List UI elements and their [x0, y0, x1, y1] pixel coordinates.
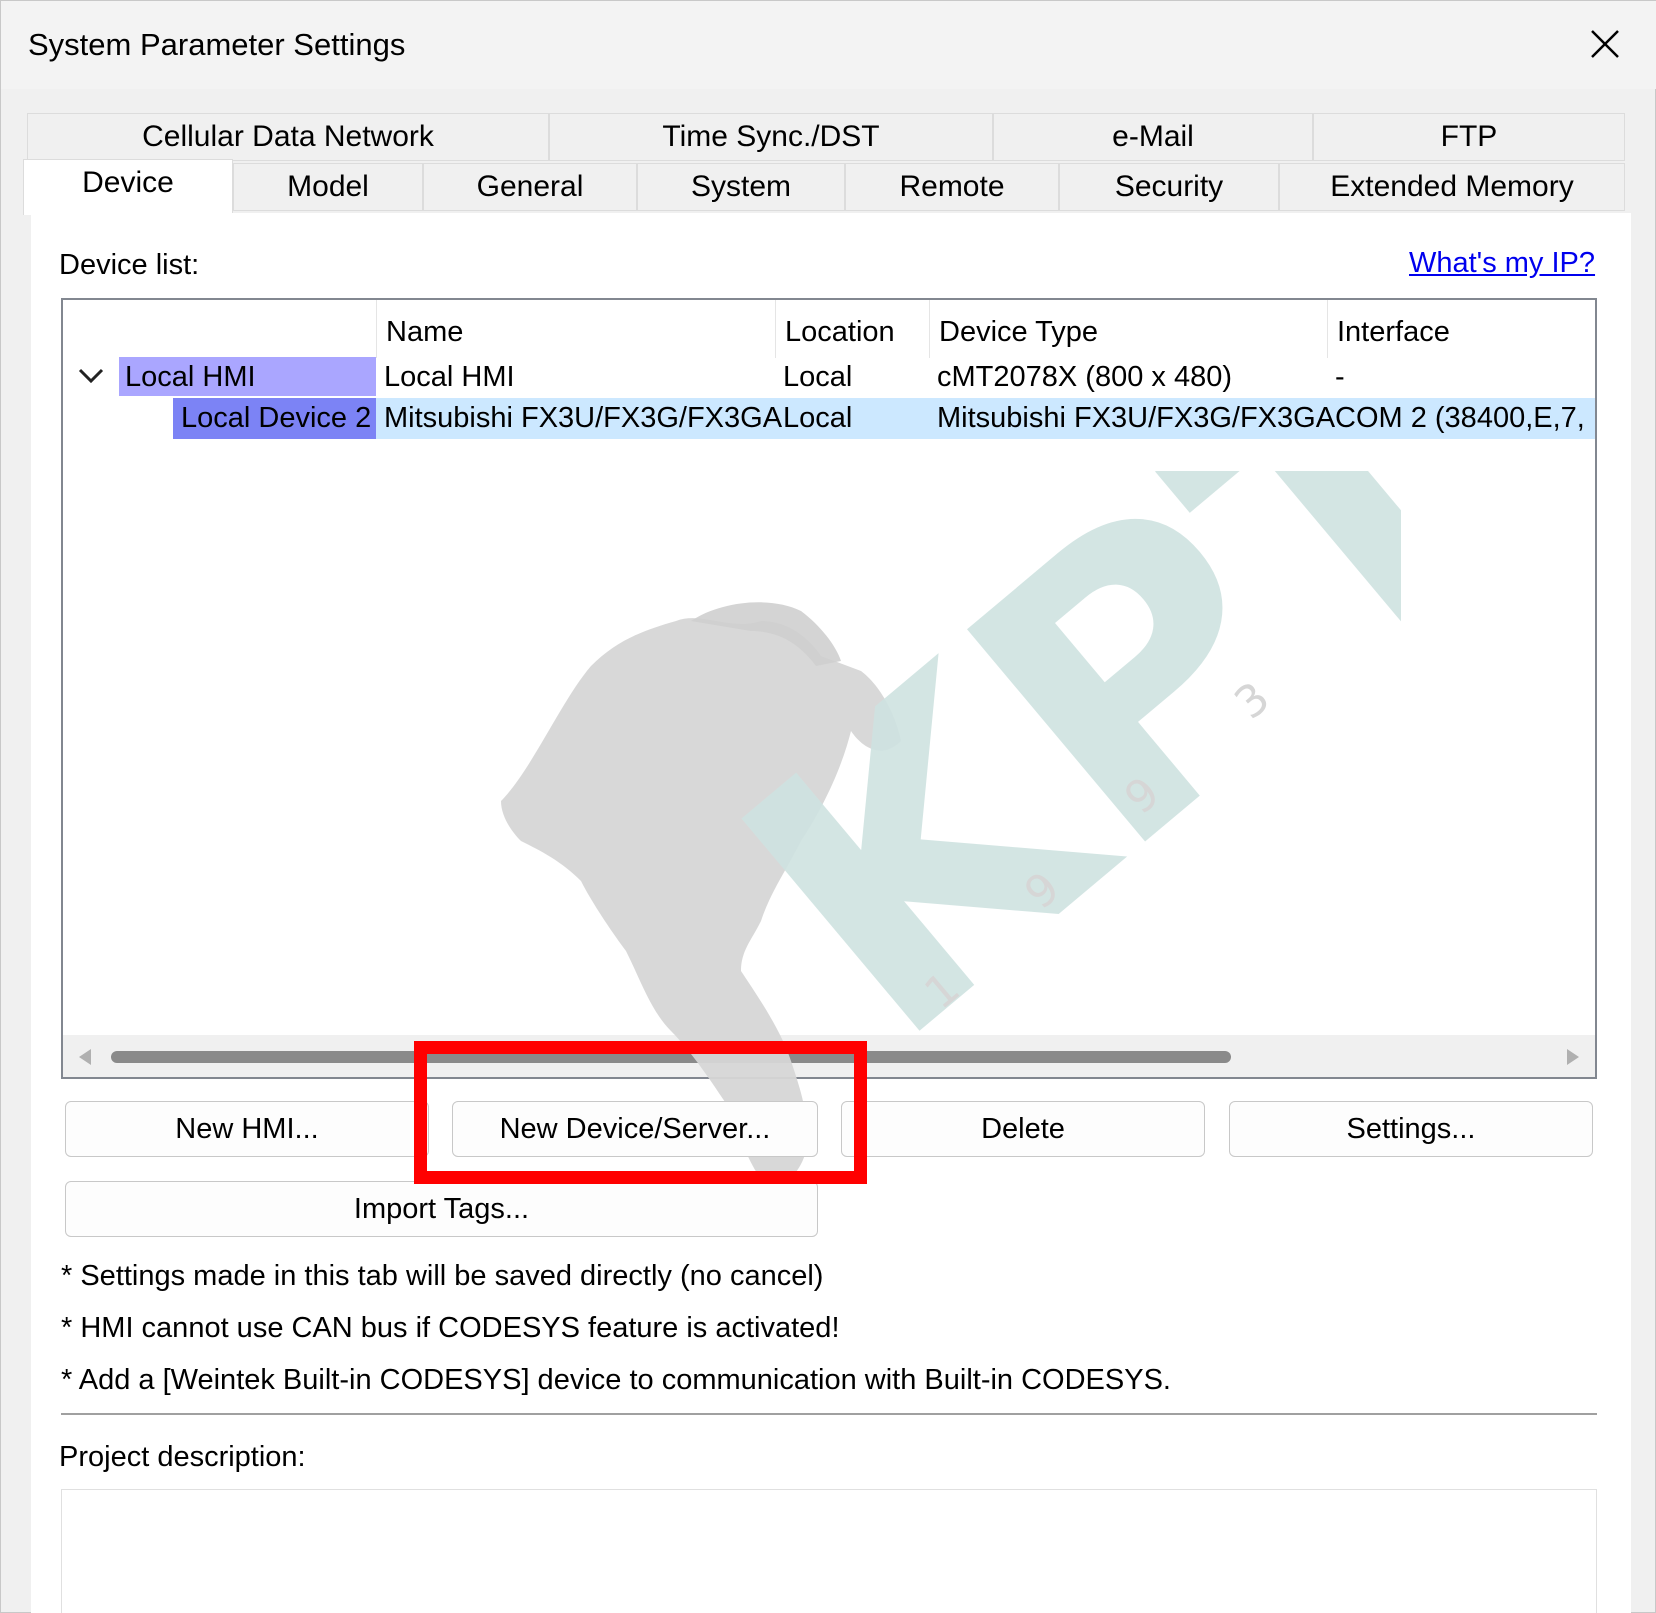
tab-cellular-data-network[interactable]: Cellular Data Network	[27, 113, 549, 161]
scroll-left-arrow-icon[interactable]	[75, 1047, 95, 1067]
tree-node-local-hmi[interactable]: Local HMI	[125, 361, 256, 394]
project-description-label: Project description:	[59, 1441, 306, 1473]
cell-location: Local	[783, 361, 853, 393]
tab-ftp[interactable]: FTP	[1313, 113, 1625, 161]
column-separator	[376, 300, 377, 358]
tab-email[interactable]: e-Mail	[993, 113, 1313, 161]
tab-system[interactable]: System	[637, 163, 845, 211]
whats-my-ip-link[interactable]: What's my IP?	[1409, 247, 1595, 280]
note-no-cancel: * Settings made in this tab will be save…	[61, 1260, 824, 1292]
column-header-device-type[interactable]: Device Type	[939, 316, 1098, 349]
tree-node-local-device-2[interactable]: Local Device 2	[181, 402, 371, 435]
cell-device-type: Mitsubishi FX3U/FX3G/FX3GA	[937, 402, 1336, 434]
cell-name: Mitsubishi FX3U/FX3G/FX3GA	[384, 402, 783, 434]
tab-device[interactable]: Device	[23, 159, 233, 215]
cell-interface: COM 2 (38400,E,7,	[1335, 402, 1585, 434]
column-separator	[1327, 300, 1328, 358]
close-button[interactable]	[1576, 19, 1632, 69]
tab-general[interactable]: General	[423, 163, 637, 211]
note-can-bus: * HMI cannot use CAN bus if CODESYS feat…	[61, 1312, 840, 1344]
dialog-title: System Parameter Settings	[28, 27, 406, 62]
column-header-location[interactable]: Location	[785, 316, 895, 349]
cell-location: Local	[783, 402, 853, 434]
cell-device-type: cMT2078X (800 x 480)	[937, 361, 1232, 393]
system-parameter-settings-dialog: System Parameter Settings Cellular Data …	[0, 0, 1656, 1613]
title-bar: System Parameter Settings	[1, 1, 1656, 89]
scroll-right-arrow-icon[interactable]	[1563, 1047, 1583, 1067]
horizontal-scrollbar[interactable]	[63, 1035, 1595, 1077]
new-device-server-button[interactable]: New Device/Server...	[452, 1101, 818, 1157]
cell-interface: -	[1335, 361, 1345, 393]
settings-button[interactable]: Settings...	[1229, 1101, 1593, 1157]
new-hmi-button[interactable]: New HMI...	[65, 1101, 429, 1157]
tab-extended-memory[interactable]: Extended Memory	[1279, 163, 1625, 211]
column-separator	[775, 300, 776, 358]
chevron-down-icon[interactable]	[77, 366, 105, 386]
close-icon	[1591, 30, 1619, 58]
column-header-interface[interactable]: Interface	[1337, 316, 1450, 349]
cell-name: Local HMI	[384, 361, 515, 393]
note-codesys: * Add a [Weintek Built-in CODESYS] devic…	[61, 1364, 1171, 1396]
import-tags-button[interactable]: Import Tags...	[65, 1181, 818, 1237]
device-list-label: Device list:	[59, 249, 200, 281]
tab-model[interactable]: Model	[233, 163, 423, 211]
column-header-name[interactable]: Name	[386, 316, 463, 349]
project-description-field[interactable]	[61, 1489, 1597, 1613]
delete-button[interactable]: Delete	[841, 1101, 1205, 1157]
tab-security[interactable]: Security	[1059, 163, 1279, 211]
tab-remote[interactable]: Remote	[845, 163, 1059, 211]
divider	[61, 1413, 1597, 1415]
scrollbar-thumb[interactable]	[111, 1051, 1231, 1063]
tab-time-sync-dst[interactable]: Time Sync./DST	[549, 113, 993, 161]
device-list[interactable]: Name Location Device Type Interface Loca…	[61, 298, 1597, 1079]
column-separator	[929, 300, 930, 358]
